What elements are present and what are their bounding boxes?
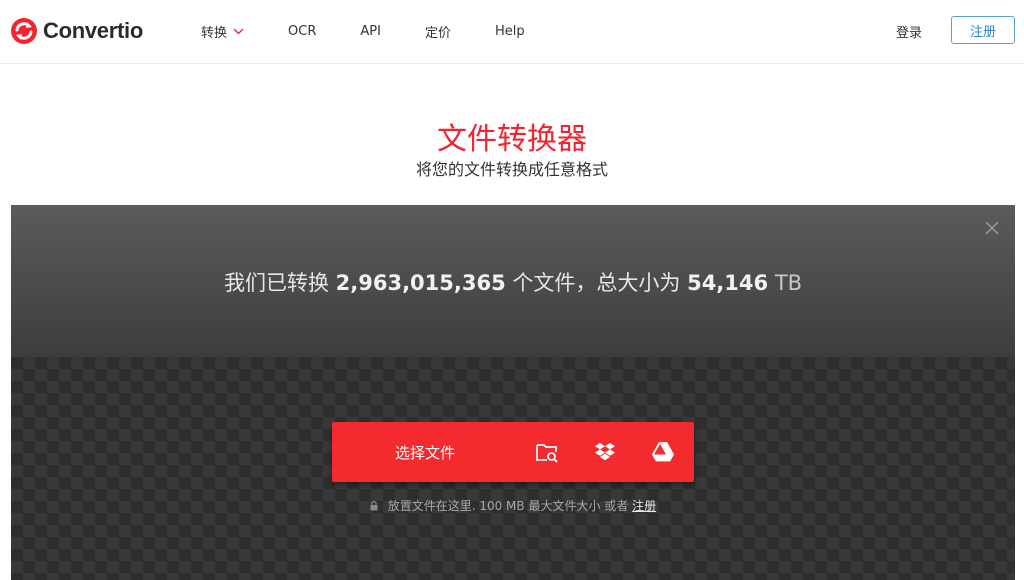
nav-convert[interactable]: 转换 <box>201 22 244 41</box>
logo-text: Convertio <box>43 18 143 43</box>
nav-convert-label: 转换 <box>201 26 228 41</box>
convertio-logo-icon <box>11 18 37 44</box>
nav-api[interactable]: API <box>360 24 381 39</box>
nav-api-label: API <box>360 24 381 39</box>
login-link[interactable]: 登录 <box>896 22 922 41</box>
google-drive-icon <box>652 442 674 462</box>
stats-middle: 个文件，总大小为 <box>512 271 681 295</box>
drop-hint-text: 放置文件在这里. 100 MB 最大文件大小 或者 <box>387 499 629 513</box>
top-navbar: Convertio 转换 OCR API 定价 Help 登录 注册 <box>0 0 1024 64</box>
converter-panel: 我们已转换 2,963,015,365 个文件，总大小为 54,146 TB 选… <box>11 205 1015 580</box>
nav-ocr[interactable]: OCR <box>288 24 316 39</box>
nav-ocr-label: OCR <box>288 24 317 39</box>
files-count: 2,963,015,365 <box>335 271 506 295</box>
size-unit: TB <box>774 271 803 295</box>
page-title: 文件转换器 <box>437 122 587 157</box>
from-computer-button[interactable] <box>518 422 576 482</box>
lock-icon <box>370 501 378 511</box>
nav-help[interactable]: Help <box>495 24 525 39</box>
chevron-down-icon <box>233 28 244 35</box>
logo[interactable]: Convertio <box>10 15 143 47</box>
register-button[interactable]: 注册 <box>951 16 1015 44</box>
total-size: 54,146 <box>687 271 769 295</box>
from-google-drive-button[interactable] <box>634 422 692 482</box>
main-nav: 转换 OCR API 定价 Help <box>201 0 569 63</box>
choose-files-button[interactable]: 选择文件 <box>332 442 518 463</box>
stats-prefix: 我们已转换 <box>223 271 329 295</box>
choose-files-bar: 选择文件 <box>332 422 694 482</box>
close-icon[interactable] <box>985 221 999 235</box>
nav-help-label: Help <box>494 24 525 39</box>
page-subtitle: 将您的文件转换成任意格式 <box>415 160 608 179</box>
conversion-stats: 我们已转换 2,963,015,365 个文件，总大小为 54,146 TB <box>11 267 1015 297</box>
folder-search-icon <box>536 444 558 463</box>
dropbox-icon <box>595 443 615 461</box>
hint-register-link[interactable]: 注册 <box>632 499 656 513</box>
nav-pricing[interactable]: 定价 <box>425 22 451 41</box>
nav-pricing-label: 定价 <box>424 26 451 41</box>
from-dropbox-button[interactable] <box>576 422 634 482</box>
drop-hint: 放置文件在这里. 100 MB 最大文件大小 或者 注册 <box>11 497 1015 514</box>
